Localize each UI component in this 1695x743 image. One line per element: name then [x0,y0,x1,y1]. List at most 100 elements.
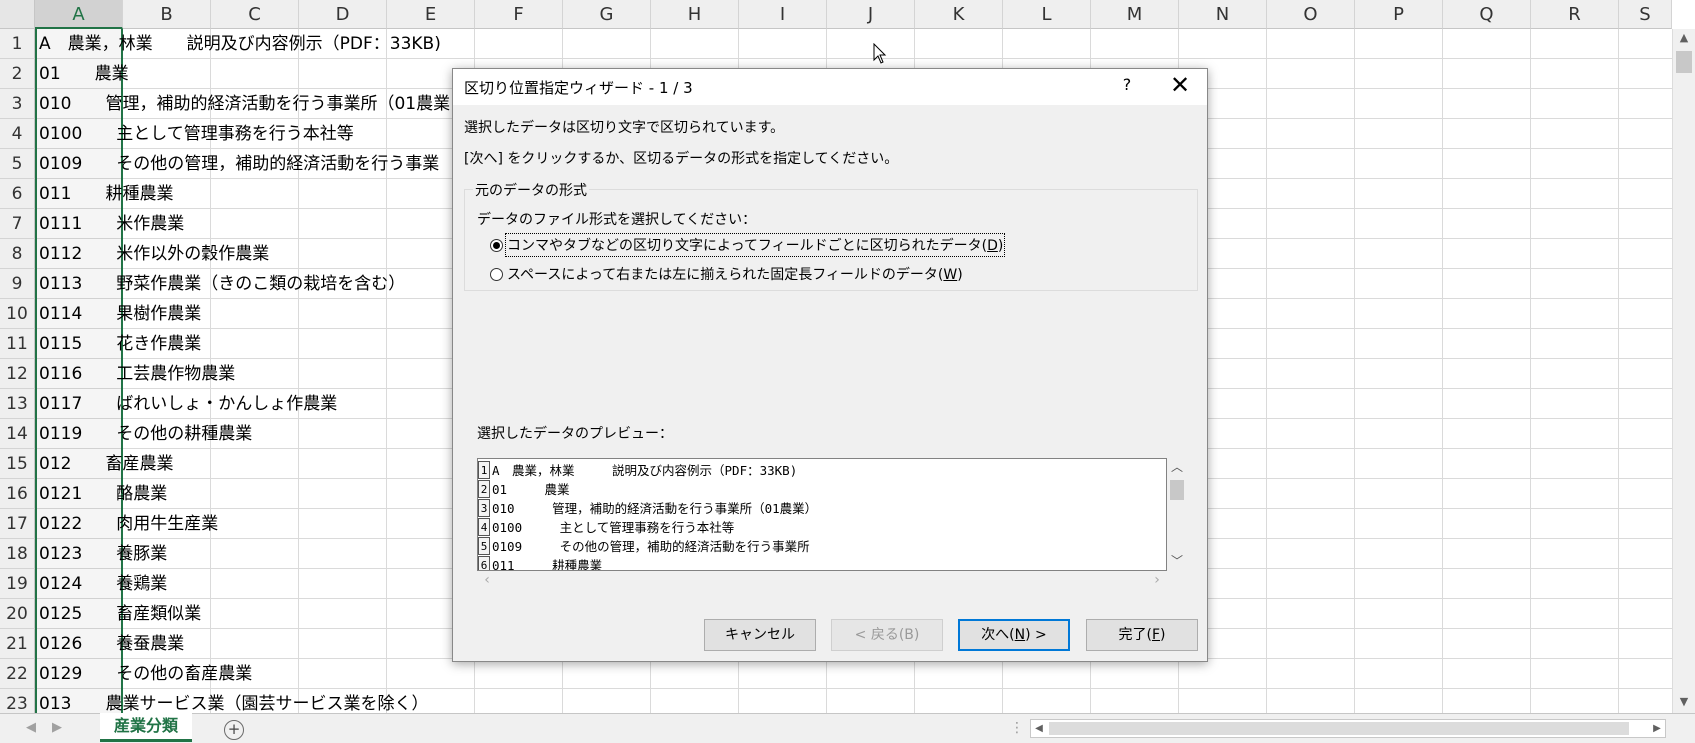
scroll-left-icon[interactable]: ◀ [1031,720,1047,737]
tab-split-handle-icon[interactable]: ⋮ [1010,720,1024,736]
column-header-f[interactable]: F [475,0,563,29]
cell-a[interactable]: 0115 花き作農業 [39,329,201,359]
row-header[interactable]: 14 [0,419,35,449]
row-header[interactable]: 12 [0,359,35,389]
preview-scroll-down-icon[interactable]: ﹀ [1167,554,1187,568]
row-header[interactable]: 2 [0,59,35,89]
close-icon[interactable]: ✕ [1166,71,1194,99]
column-header-j[interactable]: J [827,0,915,29]
row-header[interactable]: 8 [0,239,35,269]
back-button[interactable]: < 戻る(B) [831,619,943,651]
row-header[interactable]: 19 [0,569,35,599]
column-header-r[interactable]: R [1531,0,1619,29]
row-header[interactable]: 16 [0,479,35,509]
preview-scroll-right-icon[interactable]: › [1149,571,1165,589]
column-header-l[interactable]: L [1003,0,1091,29]
cell-a[interactable]: 010 管理，補助的経済活動を行う事業所（01農業 [39,89,450,119]
column-header-p[interactable]: P [1355,0,1443,29]
column-header-o[interactable]: O [1267,0,1355,29]
cell-a[interactable]: 0114 果樹作農業 [39,299,201,329]
cell-a[interactable]: 0122 肉用牛生産業 [39,509,218,539]
row-header[interactable]: 17 [0,509,35,539]
preview-row-number: 5 [478,537,490,555]
cell-a[interactable]: 0125 畜産類似業 [39,599,201,629]
row-header[interactable]: 9 [0,269,35,299]
dialog-title-bar[interactable]: 区切り位置指定ウィザード - 1 / 3 ? ✕ [453,69,1207,105]
row-header[interactable]: 18 [0,539,35,569]
radio-fixed-width-label[interactable]: スペースによって右または左に揃えられた固定長フィールドのデータ(W) [507,264,963,284]
preview-scroll-up-icon[interactable]: ︿ [1167,460,1187,474]
row-header[interactable]: 20 [0,599,35,629]
cell-a[interactable]: 0129 その他の畜産農業 [39,659,252,689]
row-header[interactable]: 7 [0,209,35,239]
row-header[interactable]: 11 [0,329,35,359]
cell-a[interactable]: 0117 ばれいしょ・かんしょ作農業 [39,389,337,419]
row-header[interactable]: 15 [0,449,35,479]
radio-delimited[interactable]: コンマやタブなどの区切り文字によってフィールドごとに区切られたデータ(D) [490,233,1006,257]
horizontal-scroll-thumb[interactable] [1049,722,1629,735]
radio-button-checked[interactable] [490,238,503,252]
preview-scroll-left-icon[interactable]: ‹ [479,571,495,589]
radio-delimited-label[interactable]: コンマやタブなどの区切り文字によってフィールドごとに区切られたデータ(D) [504,233,1006,257]
column-header-q[interactable]: Q [1443,0,1531,29]
cancel-button[interactable]: キャンセル [704,619,816,651]
row-header[interactable]: 4 [0,119,35,149]
column-header-h[interactable]: H [651,0,739,29]
vertical-scroll-thumb[interactable] [1676,51,1692,73]
row-header[interactable]: 22 [0,659,35,689]
cell-a[interactable]: A 農業，林業 説明及び内容例示（PDF：33KB) [39,29,441,59]
column-header-c[interactable]: C [211,0,299,29]
row-header[interactable]: 5 [0,149,35,179]
column-header-d[interactable]: D [299,0,387,29]
cell-a[interactable]: 0126 養蚕農業 [39,629,184,659]
radio-button-unchecked[interactable] [490,267,503,281]
cell-a[interactable]: 0111 米作農業 [39,209,184,239]
row-header[interactable]: 1 [0,29,35,59]
cell-a[interactable]: 0116 工芸農作物農業 [39,359,235,389]
cell-a[interactable]: 0112 米作以外の穀作農業 [39,239,269,269]
cell-a[interactable]: 0109 その他の管理，補助的経済活動を行う事業 [39,149,439,179]
column-header-n[interactable]: N [1179,0,1267,29]
column-header-m[interactable]: M [1091,0,1179,29]
cell-a[interactable]: 0119 その他の耕種農業 [39,419,252,449]
help-icon[interactable]: ? [1116,75,1138,94]
column-header-s[interactable]: S [1619,0,1672,29]
cell-a[interactable]: 0124 養鶏業 [39,569,167,599]
scroll-down-icon[interactable]: ▼ [1673,693,1695,711]
sheet-tab-active[interactable]: 産業分類 [100,713,192,742]
cell-a[interactable]: 011 耕種農業 [39,179,173,209]
scroll-up-icon[interactable]: ▲ [1673,29,1695,47]
column-header-g[interactable]: G [563,0,651,29]
column-header-e[interactable]: E [387,0,475,29]
cell-a[interactable]: 01 農業 [39,59,129,89]
cell-a[interactable]: 0113 野菜作農業（きのこ類の栽培を含む） [39,269,405,299]
cell-a[interactable]: 012 畜産農業 [39,449,173,479]
preview-row-number: 3 [478,499,490,517]
cell-a[interactable]: 0100 主として管理事務を行う本社等 [39,119,354,149]
scroll-right-icon[interactable]: ▶ [1649,720,1665,737]
preview-horizontal-scrollbar[interactable]: ‹ › [477,571,1167,589]
row-header[interactable]: 10 [0,299,35,329]
next-button[interactable]: 次へ(N) > [958,619,1070,651]
row-header[interactable]: 21 [0,629,35,659]
row-header[interactable]: 6 [0,179,35,209]
cell-a[interactable]: 0121 酪農業 [39,479,167,509]
preview-scroll-thumb[interactable] [1170,480,1184,500]
data-preview[interactable]: 1A 農業，林業 説明及び内容例示（PDF：33KB) 2 01 農業 3 010 管理… [477,458,1167,571]
column-header-i[interactable]: I [739,0,827,29]
column-header-a[interactable]: A [35,0,123,29]
select-all-corner[interactable] [0,0,35,29]
row-header[interactable]: 3 [0,89,35,119]
column-header-k[interactable]: K [915,0,1003,29]
cell-a[interactable]: 0123 養豚業 [39,539,167,569]
row-header[interactable]: 13 [0,389,35,419]
vertical-scrollbar[interactable]: ▲ ▼ [1672,29,1695,713]
column-header-b[interactable]: B [123,0,211,29]
add-sheet-icon[interactable]: + [224,720,244,740]
horizontal-scrollbar[interactable]: ◀ ▶ [1030,719,1666,738]
finish-button[interactable]: 完了(F) [1086,619,1198,651]
tab-next-icon[interactable]: ▶ [52,720,62,735]
radio-fixed-width[interactable]: スペースによって右または左に揃えられた固定長フィールドのデータ(W) [490,264,963,284]
preview-vertical-scrollbar[interactable]: ︿ ﹀ [1167,458,1187,571]
tab-prev-icon[interactable]: ◀ [26,720,36,735]
